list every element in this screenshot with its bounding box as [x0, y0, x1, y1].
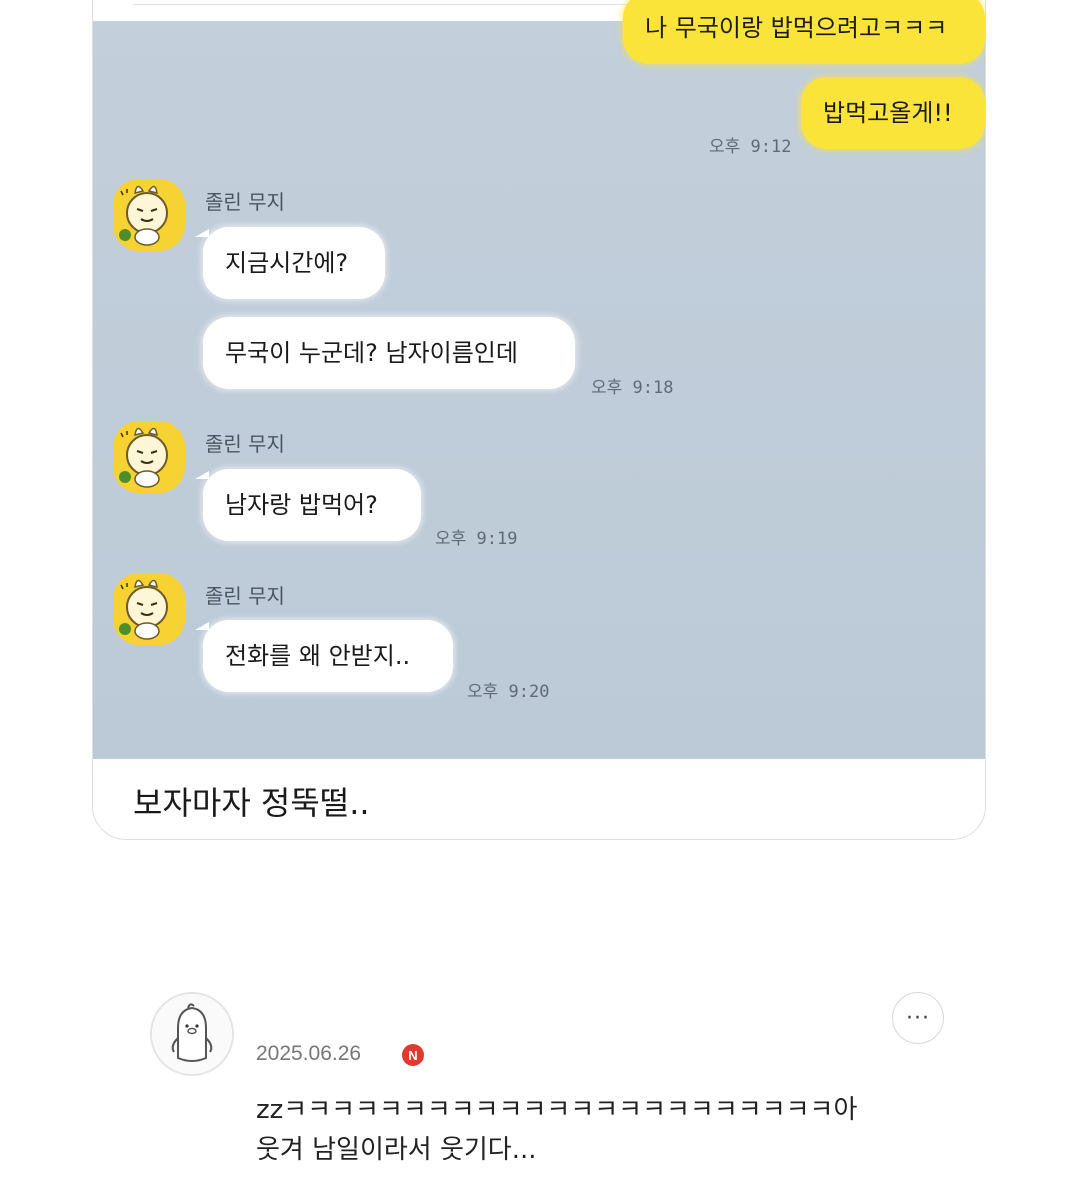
message-time: 오후 9:20	[467, 682, 550, 702]
message-text: 전화를 왜 안받지..	[225, 642, 411, 670]
sender-name: 졸린 무지	[205, 190, 285, 214]
friend-message-bubble: 지금시간에?	[203, 227, 385, 299]
bubble-tail	[195, 622, 209, 630]
sender-name: 졸린 무지	[205, 432, 285, 456]
chat-area: 나 무국이랑 밥먹으려고ㅋㅋㅋ 밥먹고올게!! 오후 9:12 졸린 무지 지금…	[93, 0, 985, 759]
more-options-button[interactable]: ···	[892, 992, 944, 1044]
my-message-bubble: 나 무국이랑 밥먹으려고ㅋㅋㅋ	[623, 0, 985, 64]
friend-message-bubble: 무국이 누군데? 남자이름인데	[203, 317, 575, 389]
sender-name: 졸린 무지	[205, 584, 285, 608]
message-text: 무국이 누군데? 남자이름인데	[225, 339, 518, 367]
muzi-avatar-icon[interactable]	[113, 421, 185, 493]
message-text: 밥먹고올게!!	[823, 99, 953, 127]
new-badge-icon: N	[402, 1044, 424, 1066]
post-page: 나 무국이랑 밥먹으려고ㅋㅋㅋ 밥먹고올게!! 오후 9:12 졸린 무지 지금…	[0, 0, 1080, 1201]
bubble-tail	[195, 229, 209, 237]
post-caption: 보자마자 정뚝떨..	[133, 784, 370, 822]
friend-message-bubble: 전화를 왜 안받지..	[203, 620, 453, 692]
comment-line: 웃겨 남일이라서 웃기다...	[256, 1135, 537, 1165]
comment-text: zzㅋㅋㅋㅋㅋㅋㅋㅋㅋㅋㅋㅋㅋㅋㅋㅋㅋㅋㅋㅋㅋㅋㅋ아 웃겨 남일이라서 웃기다.…	[256, 1090, 916, 1170]
more-icon: ···	[906, 1005, 930, 1031]
my-message-bubble: 밥먹고올게!!	[801, 77, 985, 149]
message-text: 지금시간에?	[225, 249, 349, 277]
message-text: 나 무국이랑 밥먹으려고ㅋㅋㅋ	[645, 14, 948, 42]
message-time: 오후 9:12	[709, 137, 792, 157]
muzi-avatar-icon[interactable]	[113, 573, 185, 645]
comment-line: zzㅋㅋㅋㅋㅋㅋㅋㅋㅋㅋㅋㅋㅋㅋㅋㅋㅋㅋㅋㅋㅋㅋㅋ아	[256, 1095, 858, 1125]
message-time: 오후 9:18	[591, 378, 674, 398]
bubble-tail	[195, 471, 209, 479]
chat-screenshot-card: 나 무국이랑 밥먹으려고ㅋㅋㅋ 밥먹고올게!! 오후 9:12 졸린 무지 지금…	[92, 0, 986, 840]
comment-date: 2025.06.26	[256, 1042, 362, 1065]
commenter-avatar-icon[interactable]	[150, 992, 234, 1076]
message-text: 남자랑 밥먹어?	[225, 491, 378, 519]
friend-message-bubble: 남자랑 밥먹어?	[203, 469, 421, 541]
muzi-avatar-icon[interactable]	[113, 179, 185, 251]
message-time: 오후 9:19	[435, 529, 518, 549]
